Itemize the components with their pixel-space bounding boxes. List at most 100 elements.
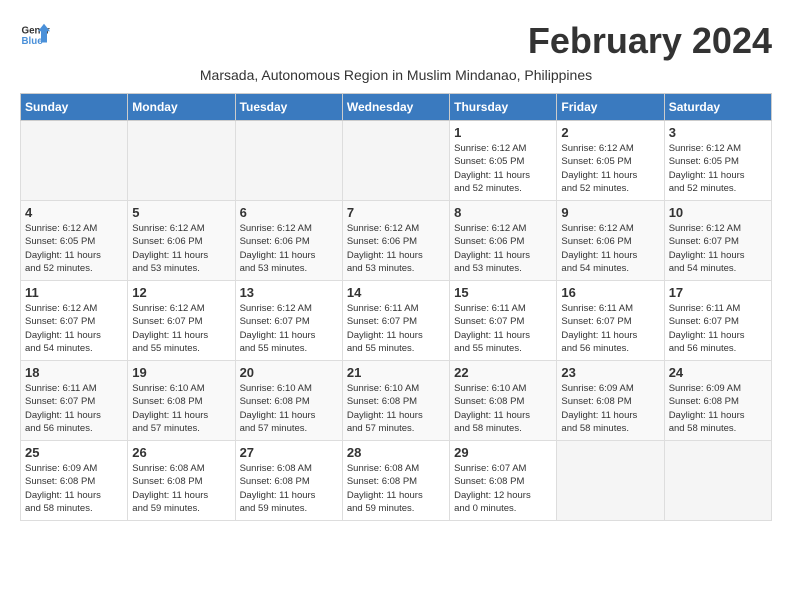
day-info: Sunrise: 6:12 AM Sunset: 6:06 PM Dayligh… [561,222,659,275]
calendar-header-row: SundayMondayTuesdayWednesdayThursdayFrid… [21,94,772,121]
day-info: Sunrise: 6:11 AM Sunset: 6:07 PM Dayligh… [347,302,445,355]
day-number: 17 [669,285,767,300]
day-number: 1 [454,125,552,140]
day-cell: 27 Sunrise: 6:08 AM Sunset: 6:08 PM Dayli… [235,441,342,521]
day-number: 19 [132,365,230,380]
day-info: Sunrise: 6:12 AM Sunset: 6:06 PM Dayligh… [347,222,445,275]
day-cell [21,121,128,201]
day-number: 4 [25,205,123,220]
day-number: 16 [561,285,659,300]
day-info: Sunrise: 6:12 AM Sunset: 6:07 PM Dayligh… [25,302,123,355]
day-cell [342,121,449,201]
day-info: Sunrise: 6:12 AM Sunset: 6:05 PM Dayligh… [561,142,659,195]
week-row-1: 1 Sunrise: 6:12 AM Sunset: 6:05 PM Daylig… [21,121,772,201]
day-number: 6 [240,205,338,220]
header-saturday: Saturday [664,94,771,121]
day-number: 15 [454,285,552,300]
day-cell: 16Sunrise: 6:11 AM Sunset: 6:07 PM Dayli… [557,281,664,361]
day-cell: 8 Sunrise: 6:12 AM Sunset: 6:06 PM Daylig… [450,201,557,281]
day-number: 7 [347,205,445,220]
logo-icon: General Blue [20,20,50,50]
day-number: 26 [132,445,230,460]
day-number: 28 [347,445,445,460]
header-thursday: Thursday [450,94,557,121]
day-info: Sunrise: 6:12 AM Sunset: 6:06 PM Dayligh… [240,222,338,275]
day-cell: 10 Sunrise: 6:12 AM Sunset: 6:07 PM Dayli… [664,201,771,281]
day-cell: 24 Sunrise: 6:09 AM Sunset: 6:08 PM Dayli… [664,361,771,441]
day-number: 25 [25,445,123,460]
day-cell: 15 Sunrise: 6:11 AM Sunset: 6:07 PM Dayli… [450,281,557,361]
day-number: 5 [132,205,230,220]
day-info: Sunrise: 6:09 AM Sunset: 6:08 PM Dayligh… [669,382,767,435]
day-cell: 20Sunrise: 6:10 AM Sunset: 6:08 PM Dayli… [235,361,342,441]
day-info: Sunrise: 6:10 AM Sunset: 6:08 PM Dayligh… [454,382,552,435]
header-sunday: Sunday [21,94,128,121]
day-number: 13 [240,285,338,300]
day-cell: 7 Sunrise: 6:12 AM Sunset: 6:06 PM Daylig… [342,201,449,281]
week-row-5: 25Sunrise: 6:09 AM Sunset: 6:08 PM Dayli… [21,441,772,521]
day-info: Sunrise: 6:11 AM Sunset: 6:07 PM Dayligh… [454,302,552,355]
day-cell: 14 Sunrise: 6:11 AM Sunset: 6:07 PM Dayli… [342,281,449,361]
day-cell: 11Sunrise: 6:12 AM Sunset: 6:07 PM Dayli… [21,281,128,361]
header-friday: Friday [557,94,664,121]
logo: General Blue [20,20,50,50]
day-number: 27 [240,445,338,460]
day-number: 18 [25,365,123,380]
day-cell: 21 Sunrise: 6:10 AM Sunset: 6:08 PM Dayli… [342,361,449,441]
day-cell: 17 Sunrise: 6:11 AM Sunset: 6:07 PM Dayli… [664,281,771,361]
day-info: Sunrise: 6:12 AM Sunset: 6:05 PM Dayligh… [669,142,767,195]
day-cell: 12 Sunrise: 6:12 AM Sunset: 6:07 PM Dayli… [128,281,235,361]
day-info: Sunrise: 6:12 AM Sunset: 6:07 PM Dayligh… [132,302,230,355]
day-number: 8 [454,205,552,220]
day-cell [235,121,342,201]
day-number: 21 [347,365,445,380]
week-row-2: 4 Sunrise: 6:12 AM Sunset: 6:05 PM Daylig… [21,201,772,281]
day-cell: 4 Sunrise: 6:12 AM Sunset: 6:05 PM Daylig… [21,201,128,281]
day-cell [557,441,664,521]
day-info: Sunrise: 6:10 AM Sunset: 6:08 PM Dayligh… [347,382,445,435]
day-info: Sunrise: 6:12 AM Sunset: 6:07 PM Dayligh… [669,222,767,275]
day-info: Sunrise: 6:12 AM Sunset: 6:05 PM Dayligh… [25,222,123,275]
day-info: Sunrise: 6:08 AM Sunset: 6:08 PM Dayligh… [132,462,230,515]
day-cell: 28 Sunrise: 6:08 AM Sunset: 6:08 PM Dayli… [342,441,449,521]
day-cell: 9 Sunrise: 6:12 AM Sunset: 6:06 PM Daylig… [557,201,664,281]
day-info: Sunrise: 6:09 AM Sunset: 6:08 PM Dayligh… [561,382,659,435]
day-number: 24 [669,365,767,380]
day-cell: 22 Sunrise: 6:10 AM Sunset: 6:08 PM Dayli… [450,361,557,441]
day-info: Sunrise: 6:10 AM Sunset: 6:08 PM Dayligh… [132,382,230,435]
day-info: Sunrise: 6:10 AM Sunset: 6:08 PM Dayligh… [240,382,338,435]
header-tuesday: Tuesday [235,94,342,121]
day-number: 22 [454,365,552,380]
day-info: Sunrise: 6:11 AM Sunset: 6:07 PM Dayligh… [669,302,767,355]
day-cell: 3 Sunrise: 6:12 AM Sunset: 6:05 PM Daylig… [664,121,771,201]
header-monday: Monday [128,94,235,121]
week-row-3: 11Sunrise: 6:12 AM Sunset: 6:07 PM Dayli… [21,281,772,361]
day-info: Sunrise: 6:12 AM Sunset: 6:06 PM Dayligh… [132,222,230,275]
calendar-table: SundayMondayTuesdayWednesdayThursdayFrid… [20,93,772,521]
day-cell: 29Sunrise: 6:07 AM Sunset: 6:08 PM Dayli… [450,441,557,521]
svg-text:Blue: Blue [22,36,44,47]
day-cell [128,121,235,201]
day-cell: 5 Sunrise: 6:12 AM Sunset: 6:06 PM Daylig… [128,201,235,281]
day-number: 3 [669,125,767,140]
day-cell: 1 Sunrise: 6:12 AM Sunset: 6:05 PM Daylig… [450,121,557,201]
day-info: Sunrise: 6:12 AM Sunset: 6:05 PM Dayligh… [454,142,552,195]
day-cell: 2Sunrise: 6:12 AM Sunset: 6:05 PM Daylig… [557,121,664,201]
day-info: Sunrise: 6:08 AM Sunset: 6:08 PM Dayligh… [240,462,338,515]
day-number: 14 [347,285,445,300]
day-cell [664,441,771,521]
day-number: 10 [669,205,767,220]
week-row-4: 18 Sunrise: 6:11 AM Sunset: 6:07 PM Dayli… [21,361,772,441]
day-number: 12 [132,285,230,300]
month-title: February 2024 [528,20,772,62]
day-info: Sunrise: 6:12 AM Sunset: 6:06 PM Dayligh… [454,222,552,275]
day-cell: 13Sunrise: 6:12 AM Sunset: 6:07 PM Dayli… [235,281,342,361]
day-info: Sunrise: 6:08 AM Sunset: 6:08 PM Dayligh… [347,462,445,515]
day-cell: 23Sunrise: 6:09 AM Sunset: 6:08 PM Dayli… [557,361,664,441]
day-cell: 6 Sunrise: 6:12 AM Sunset: 6:06 PM Daylig… [235,201,342,281]
header-wednesday: Wednesday [342,94,449,121]
day-info: Sunrise: 6:11 AM Sunset: 6:07 PM Dayligh… [25,382,123,435]
calendar-subtitle: Marsada, Autonomous Region in Muslim Min… [20,67,772,83]
page-header: General Blue February 2024 [20,20,772,62]
day-number: 9 [561,205,659,220]
